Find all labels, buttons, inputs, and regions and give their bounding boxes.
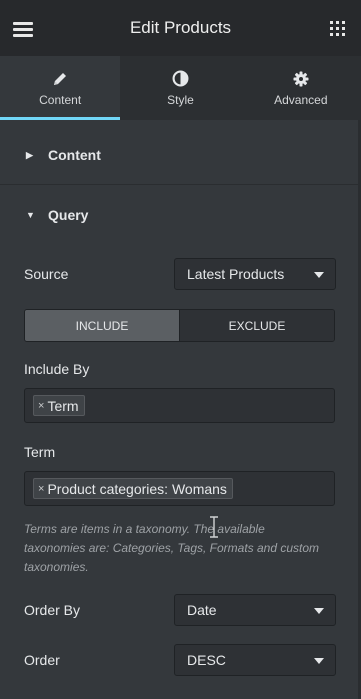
term-label: Term	[24, 444, 56, 460]
term-field[interactable]: × Product categories: Womans	[24, 471, 335, 506]
section-title: Query	[48, 207, 89, 223]
order-by-label: Order By	[24, 602, 81, 618]
caret-right-icon: ▶	[26, 149, 33, 160]
tag-chip: × Term	[33, 395, 85, 416]
chevron-down-icon	[314, 658, 324, 664]
tag-label: Term	[47, 397, 79, 414]
text-cursor-icon	[209, 516, 219, 538]
source-label: Source	[24, 266, 69, 282]
order-select[interactable]: DESC	[174, 644, 336, 676]
include-exclude-switch: INCLUDE EXCLUDE	[24, 309, 335, 342]
section-content-toggle[interactable]: ▶ Content	[0, 126, 361, 184]
exclude-button[interactable]: EXCLUDE	[179, 310, 334, 341]
editor-header: Edit Products	[0, 0, 361, 56]
chevron-down-icon	[314, 272, 324, 278]
include-by-label: Include By	[24, 361, 90, 377]
order-by-select[interactable]: Date	[174, 594, 336, 626]
tag-label: Product categories: Womans	[47, 480, 227, 497]
grid-apps-icon[interactable]	[330, 21, 345, 36]
source-select[interactable]: Latest Products	[174, 258, 336, 290]
chevron-down-icon	[314, 608, 324, 614]
gear-icon	[293, 70, 309, 88]
panel-tabs: Content Style Advanced	[0, 56, 361, 120]
tab-style[interactable]: Style	[120, 56, 240, 120]
pencil-icon	[52, 70, 68, 88]
order-label: Order	[24, 652, 60, 668]
remove-tag-icon[interactable]: ×	[38, 483, 44, 495]
tab-label: Content	[39, 92, 82, 107]
remove-tag-icon[interactable]: ×	[38, 400, 44, 412]
hamburger-menu-icon[interactable]	[13, 22, 33, 37]
tab-advanced[interactable]: Advanced	[241, 56, 361, 120]
select-value: Date	[187, 602, 217, 618]
divider	[0, 184, 361, 185]
section-query-toggle[interactable]: ▼ Query	[0, 186, 361, 244]
tab-label: Advanced	[274, 92, 328, 107]
include-button[interactable]: INCLUDE	[25, 310, 179, 341]
select-value: Latest Products	[187, 266, 285, 282]
section-title: Content	[48, 147, 101, 163]
select-value: DESC	[187, 652, 226, 668]
page-title: Edit Products	[129, 18, 232, 37]
half-circle-contrast-icon	[172, 70, 189, 88]
include-by-field[interactable]: × Term	[24, 388, 335, 423]
tab-label: Style	[167, 92, 194, 107]
tab-content[interactable]: Content	[0, 56, 121, 120]
caret-down-icon: ▼	[26, 210, 35, 220]
tag-chip: × Product categories: Womans	[33, 478, 233, 499]
term-help-text: Terms are items in a taxonomy. The avail…	[24, 522, 320, 574]
